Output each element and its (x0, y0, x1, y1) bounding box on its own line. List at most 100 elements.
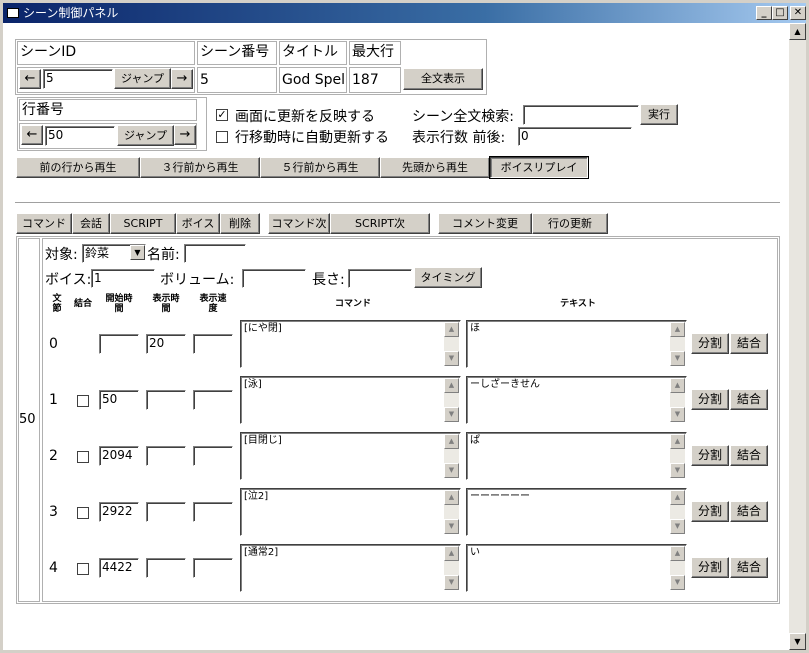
start-time-input[interactable]: 2094 (99, 446, 139, 466)
split-button[interactable]: 分割 (691, 333, 729, 354)
tab-script[interactable]: SCRIPT (110, 213, 176, 234)
timing-button[interactable]: タイミング (414, 267, 482, 288)
command-textarea[interactable]: [通常2] ▲ ▼ (240, 544, 461, 592)
arrow-up-icon[interactable]: ▲ (670, 434, 685, 449)
display-time-input[interactable]: 20 (146, 334, 186, 354)
volume-input[interactable] (242, 269, 306, 288)
name-input[interactable] (184, 244, 246, 263)
scrollbar[interactable]: ▲ ▼ (670, 434, 685, 478)
arrow-up-icon[interactable]: ▲ (444, 546, 459, 561)
scene-next-button[interactable]: → (171, 69, 193, 89)
arrow-up-icon[interactable]: ▲ (670, 546, 685, 561)
scrollbar[interactable]: ▲ ▼ (444, 378, 459, 422)
execute-button[interactable]: 実行 (640, 104, 678, 125)
arrow-up-icon[interactable]: ▲ (670, 322, 685, 337)
scene-jump-button[interactable]: ジャンプ (114, 68, 171, 89)
chevron-down-icon[interactable]: ▼ (130, 245, 145, 260)
display-speed-input[interactable] (193, 446, 233, 466)
arrow-up-icon[interactable]: ▲ (444, 322, 459, 337)
scrollbar[interactable]: ▲ ▼ (444, 434, 459, 478)
tab-voice[interactable]: ボイス (176, 213, 220, 234)
arrow-up-icon[interactable]: ▲ (444, 434, 459, 449)
scene-prev-button[interactable]: ← (19, 69, 41, 89)
arrow-down-icon[interactable]: ▼ (444, 351, 459, 366)
line-next-button[interactable]: → (174, 125, 196, 145)
text-textarea[interactable]: ーしざーきせん ▲ ▼ (466, 376, 687, 424)
auto-update-checkbox[interactable] (216, 131, 228, 143)
scrollbar[interactable]: ▲ ▼ (670, 322, 685, 366)
text-textarea[interactable]: い ▲ ▼ (466, 544, 687, 592)
display-time-input[interactable] (146, 446, 186, 466)
scrollbar[interactable]: ▲ ▼ (670, 546, 685, 590)
arrow-up-icon[interactable]: ▲ (670, 378, 685, 393)
tab-script-next[interactable]: SCRIPT次 (330, 213, 430, 234)
minimize-button[interactable]: _ (756, 6, 772, 20)
scrollbar[interactable]: ▲ ▼ (444, 546, 459, 590)
arrow-down-icon[interactable]: ▼ (670, 407, 685, 422)
command-textarea[interactable]: [目閉じ] ▲ ▼ (240, 432, 461, 480)
display-time-input[interactable] (146, 502, 186, 522)
arrow-down-icon[interactable]: ▼ (444, 463, 459, 478)
split-button[interactable]: 分割 (691, 557, 729, 578)
split-button[interactable]: 分割 (691, 389, 729, 410)
arrow-down-icon[interactable]: ▼ (670, 519, 685, 534)
display-time-input[interactable] (146, 390, 186, 410)
scrollbar[interactable]: ▲ ▼ (670, 490, 685, 534)
arrow-down-icon[interactable]: ▼ (444, 575, 459, 590)
text-textarea[interactable]: ほ ▲ ▼ (466, 320, 687, 368)
arrow-down-icon[interactable]: ▼ (670, 575, 685, 590)
scrollbar[interactable]: ▲ ▼ (670, 378, 685, 422)
merge-checkbox[interactable] (77, 451, 89, 463)
split-button[interactable]: 分割 (691, 501, 729, 522)
command-textarea[interactable]: [にや閉] ▲ ▼ (240, 320, 461, 368)
tab-line-update[interactable]: 行の更新 (532, 213, 608, 234)
display-speed-input[interactable] (193, 502, 233, 522)
scrollbar[interactable]: ▲ ▼ (444, 322, 459, 366)
tab-dialogue[interactable]: 会話 (72, 213, 110, 234)
maximize-button[interactable]: □ (772, 6, 788, 20)
length-input[interactable] (348, 269, 412, 288)
window-scrollbar[interactable]: ▲ ▼ (789, 23, 806, 650)
arrow-down-icon[interactable]: ▼ (670, 351, 685, 366)
display-time-input[interactable] (146, 558, 186, 578)
merge-button[interactable]: 結合 (730, 389, 768, 410)
start-time-input[interactable]: 2922 (99, 502, 139, 522)
merge-button[interactable]: 結合 (730, 501, 768, 522)
display-speed-input[interactable] (193, 558, 233, 578)
scrollbar[interactable]: ▲ ▼ (444, 490, 459, 534)
arrow-up-icon[interactable]: ▲ (670, 490, 685, 505)
merge-button[interactable]: 結合 (730, 445, 768, 466)
start-time-input[interactable]: 4422 (99, 558, 139, 578)
line-number-input[interactable]: 50 (45, 126, 115, 146)
start-time-input[interactable] (99, 334, 139, 354)
display-lines-input[interactable]: 0 (518, 127, 632, 146)
line-prev-button[interactable]: ← (21, 125, 43, 145)
text-textarea[interactable]: ぱ ▲ ▼ (466, 432, 687, 480)
voice-replay-button[interactable]: ボイスリプレイ (489, 156, 589, 179)
scene-id-input[interactable]: 5 (43, 69, 113, 89)
tab-comment-change[interactable]: コメント変更 (438, 213, 532, 234)
merge-checkbox[interactable] (77, 395, 89, 407)
merge-checkbox[interactable] (77, 507, 89, 519)
start-time-input[interactable]: 50 (99, 390, 139, 410)
arrow-down-icon[interactable]: ▼ (670, 463, 685, 478)
scroll-down-icon[interactable]: ▼ (789, 633, 806, 650)
command-textarea[interactable]: [泳] ▲ ▼ (240, 376, 461, 424)
play-from-5-lines-button[interactable]: ５行前から再生 (260, 157, 380, 178)
scroll-up-icon[interactable]: ▲ (789, 23, 806, 40)
split-button[interactable]: 分割 (691, 445, 729, 466)
arrow-up-icon[interactable]: ▲ (444, 378, 459, 393)
voice-input[interactable]: 1 (91, 269, 155, 288)
tab-command[interactable]: コマンド (16, 213, 72, 234)
text-textarea[interactable]: ーーーーーー ▲ ▼ (466, 488, 687, 536)
play-from-prev-button[interactable]: 前の行から再生 (16, 157, 140, 178)
full-text-button[interactable]: 全文表示 (403, 68, 483, 90)
play-from-3-lines-button[interactable]: ３行前から再生 (140, 157, 260, 178)
display-speed-input[interactable] (193, 390, 233, 410)
tab-delete[interactable]: 削除 (220, 213, 260, 234)
line-jump-button[interactable]: ジャンプ (117, 125, 174, 146)
title-bar[interactable]: シーン制御パネル _ □ ✕ (3, 3, 806, 23)
close-button[interactable]: ✕ (790, 6, 806, 20)
play-from-start-button[interactable]: 先頭から再生 (380, 157, 490, 178)
target-select[interactable]: 鈴菜 ▼ (82, 244, 146, 263)
